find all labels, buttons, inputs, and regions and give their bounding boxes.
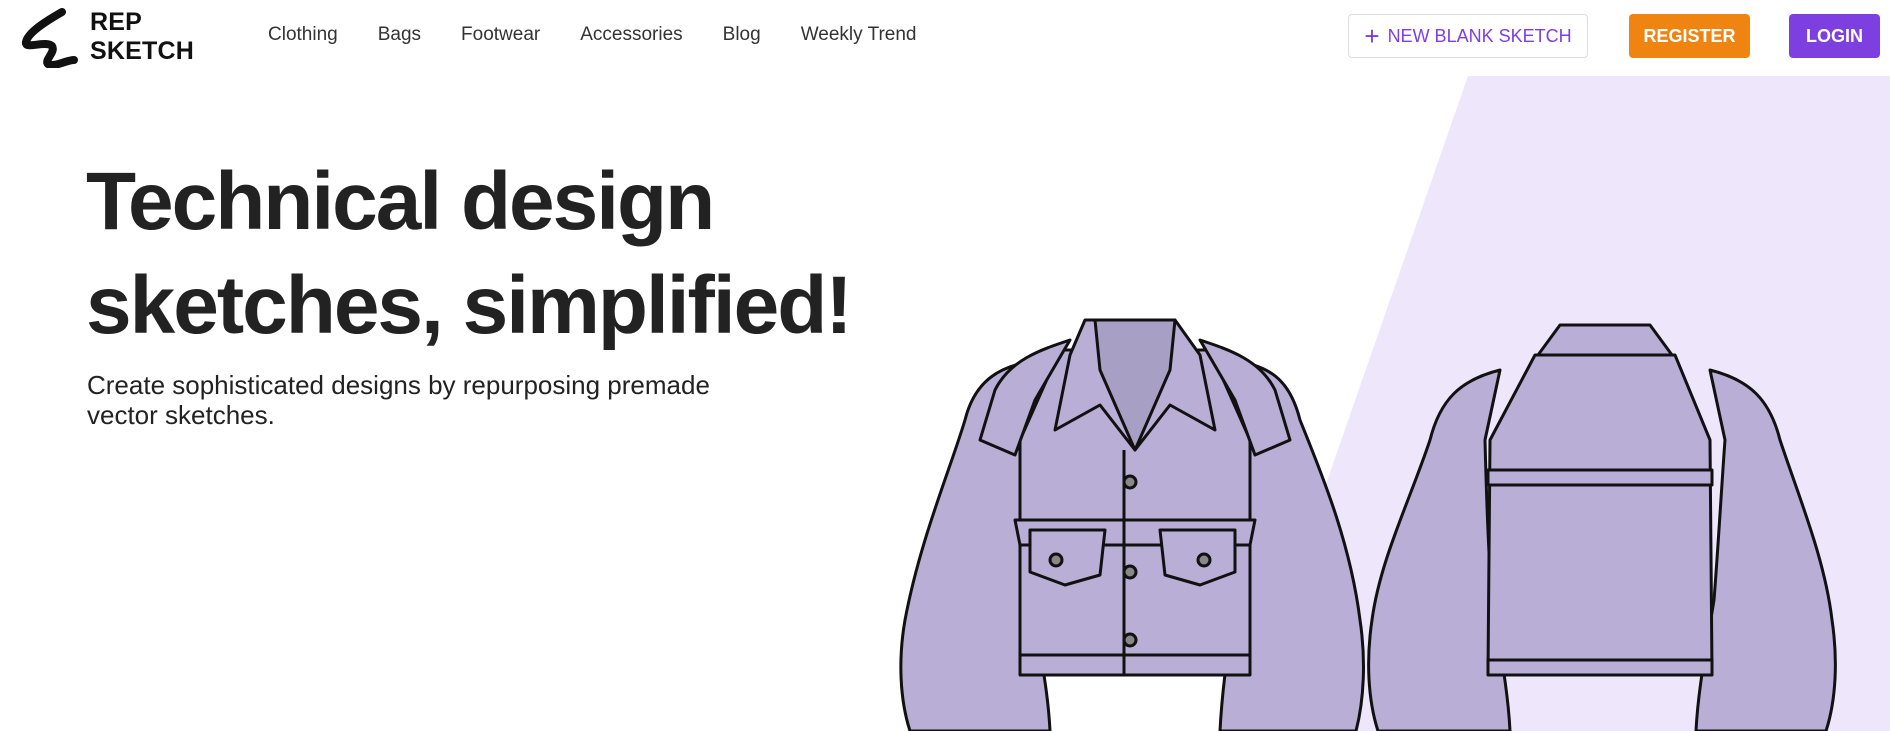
brand-logo[interactable]: REP SKETCH xyxy=(18,6,194,68)
new-blank-sketch-label: NEW BLANK SKETCH xyxy=(1387,25,1572,46)
jacket-front-sketch xyxy=(899,318,1365,731)
jacket-sketch-illustration xyxy=(899,318,1837,731)
nav-item-weekly-trend[interactable]: Weekly Trend xyxy=(801,24,917,46)
nav-item-blog[interactable]: Blog xyxy=(723,24,761,46)
hero-subtitle-line-2: vector sketches. xyxy=(87,400,275,430)
top-navigation-bar: REP SKETCH Clothing Bags Footwear Access… xyxy=(0,0,1890,76)
nav-item-accessories[interactable]: Accessories xyxy=(580,24,682,46)
new-blank-sketch-button[interactable]: + NEW BLANK SKETCH xyxy=(1348,14,1588,58)
brand-line-2: SKETCH xyxy=(90,37,194,65)
hero-title-line-2: sketches, simplified! xyxy=(86,260,853,351)
hero-subtitle-line-1: Create sophisticated designs by repurpos… xyxy=(87,370,710,400)
hero-title-line-1: Technical design xyxy=(86,156,715,247)
hero-title: Technical design sketches, simplified! xyxy=(86,150,866,358)
plus-icon: + xyxy=(1364,21,1380,51)
jacket-back-sketch xyxy=(1367,323,1837,731)
brand-line-1: REP xyxy=(90,8,143,36)
hero-subtitle: Create sophisticated designs by repurpos… xyxy=(87,370,767,430)
nav-item-footwear[interactable]: Footwear xyxy=(461,24,540,46)
brand-name: REP SKETCH xyxy=(90,8,194,66)
nav-item-clothing[interactable]: Clothing xyxy=(268,24,338,46)
register-button[interactable]: REGISTER xyxy=(1629,14,1750,58)
login-button[interactable]: LOGIN xyxy=(1789,14,1880,58)
main-nav: Clothing Bags Footwear Accessories Blog … xyxy=(268,24,957,46)
squiggle-logo-icon xyxy=(22,8,78,68)
nav-item-bags[interactable]: Bags xyxy=(378,24,421,46)
